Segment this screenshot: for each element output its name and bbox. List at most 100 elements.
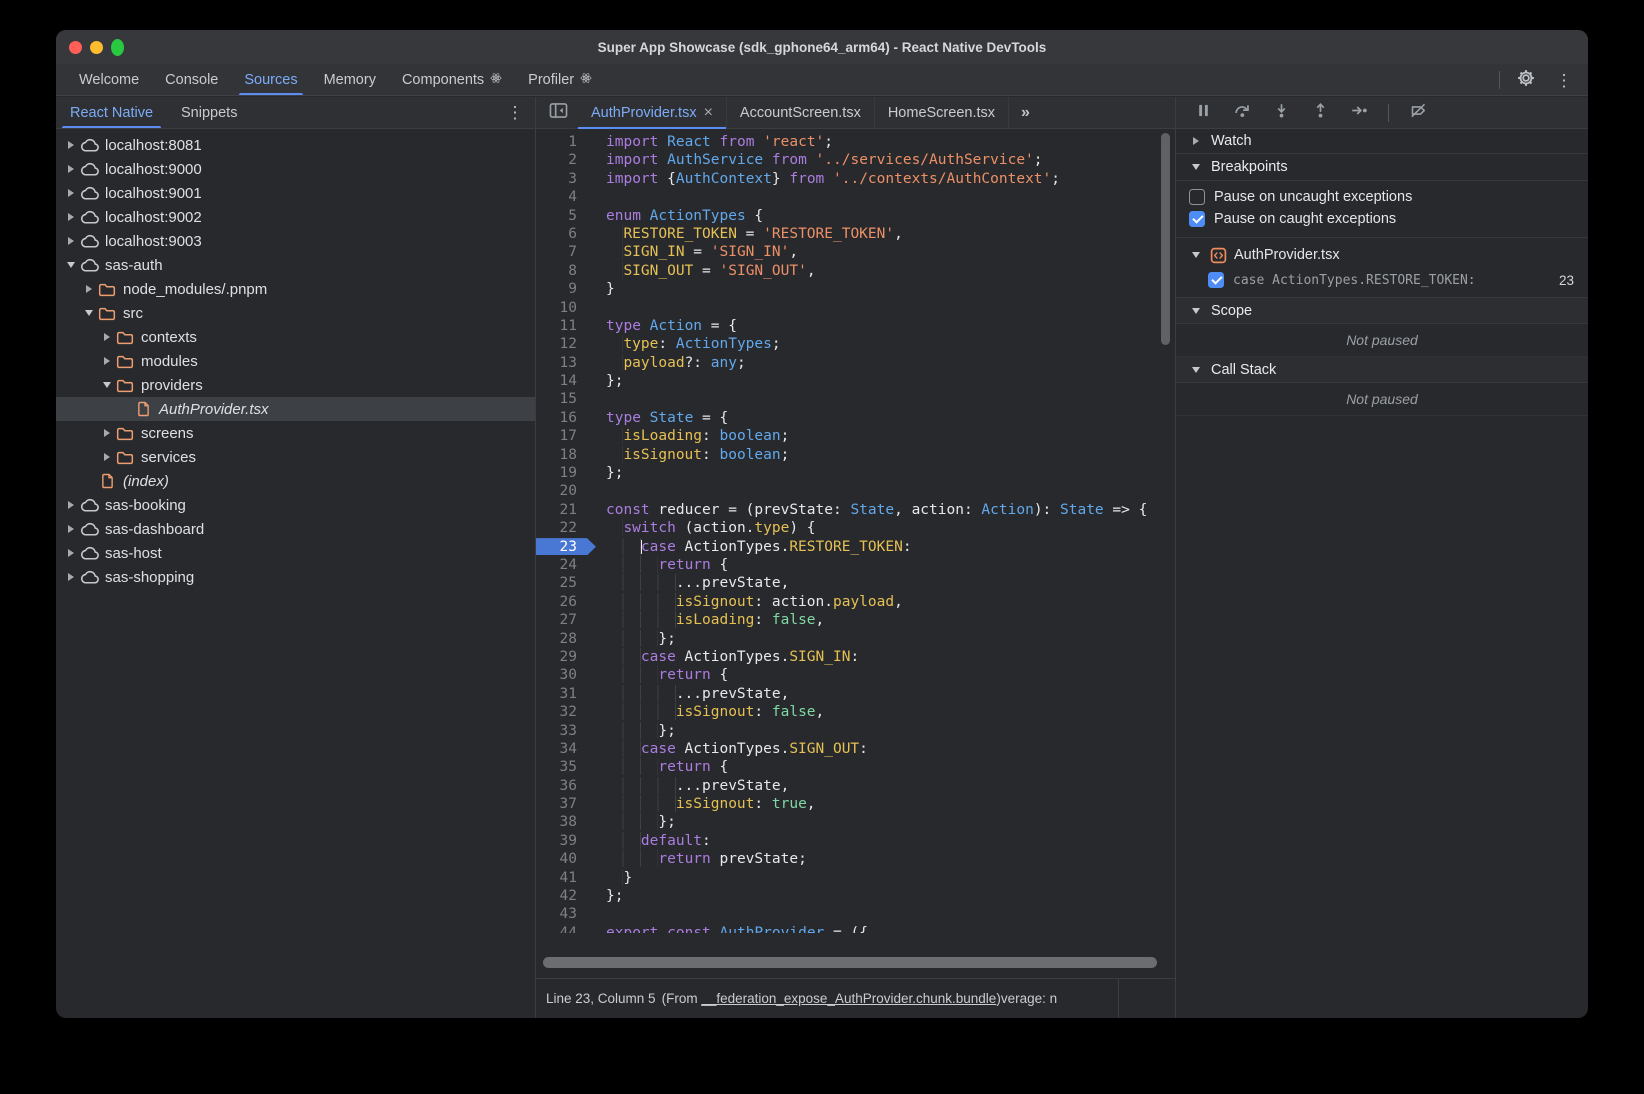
line-number[interactable]: 24 (536, 556, 590, 574)
chevron-right-icon[interactable] (64, 501, 78, 509)
chevron-right-icon[interactable] (64, 525, 78, 533)
line-number[interactable]: 14 (536, 372, 590, 390)
chevron-down-icon[interactable] (64, 262, 78, 268)
tree-item[interactable]: node_modules/.pnpm (56, 277, 535, 301)
tree-item[interactable]: modules (56, 349, 535, 373)
line-number[interactable]: 19 (536, 464, 590, 482)
breakpoint-entry[interactable]: case ActionTypes.RESTORE_TOKEN:23 (1176, 268, 1588, 292)
tree-item[interactable]: services (56, 445, 535, 469)
editor-tab-authprovider.tsx[interactable]: AuthProvider.tsx× (578, 97, 727, 128)
horizontal-scrollbar[interactable] (543, 957, 1157, 968)
line-number[interactable]: 6 (536, 225, 590, 243)
line-number[interactable]: 15 (536, 390, 590, 408)
line-number[interactable]: 26 (536, 593, 590, 611)
line-number[interactable]: 16 (536, 409, 590, 427)
navigator-tab-snippets[interactable]: Snippets (167, 97, 251, 128)
line-number[interactable]: 3 (536, 170, 590, 188)
line-number[interactable]: 20 (536, 482, 590, 500)
line-number[interactable]: 25 (536, 574, 590, 592)
breakpoint-group-header[interactable]: AuthProvider.tsx (1176, 242, 1588, 268)
chevron-down-icon[interactable] (100, 382, 114, 388)
tree-item[interactable]: sas-shopping (56, 565, 535, 589)
line-number[interactable]: 39 (536, 832, 590, 850)
chevron-right-icon[interactable] (100, 453, 114, 461)
tree-item[interactable]: sas-host (56, 541, 535, 565)
callstack-section-header[interactable]: Call Stack (1176, 357, 1588, 383)
tree-item[interactable]: (index) (56, 469, 535, 493)
tree-item[interactable]: localhost:9000 (56, 157, 535, 181)
chevron-right-icon[interactable] (64, 165, 78, 173)
line-number[interactable]: 32 (536, 703, 590, 721)
close-tab-icon[interactable]: × (704, 105, 713, 121)
navigator-more-button[interactable]: ⋮ (503, 101, 527, 125)
line-number[interactable]: 11 (536, 317, 590, 335)
line-number[interactable]: 37 (536, 795, 590, 813)
line-number[interactable]: 9 (536, 280, 590, 298)
line-number[interactable]: 1 (536, 133, 590, 151)
pause-exception-option[interactable]: Pause on uncaught exceptions (1176, 186, 1588, 208)
tree-item[interactable]: localhost:9003 (56, 229, 535, 253)
chevron-right-icon[interactable] (64, 141, 78, 149)
step-over-button[interactable] (1232, 103, 1252, 123)
editor-tab-homescreen.tsx[interactable]: HomeScreen.tsx (875, 97, 1009, 128)
line-number[interactable]: 33 (536, 722, 590, 740)
tab-profiler[interactable]: Profiler (515, 64, 605, 95)
navigator-toggle-button[interactable] (546, 101, 570, 125)
line-number[interactable]: 10 (536, 299, 590, 317)
editor-tab-accountscreen.tsx[interactable]: AccountScreen.tsx (727, 97, 875, 128)
tree-item[interactable]: sas-auth (56, 253, 535, 277)
line-number[interactable]: 23 (536, 538, 590, 556)
step-button[interactable] (1349, 103, 1369, 123)
checkbox-checked[interactable] (1189, 211, 1205, 227)
line-number[interactable]: 22 (536, 519, 590, 537)
tree-item[interactable]: src (56, 301, 535, 325)
checkbox-unchecked[interactable] (1189, 189, 1205, 205)
code-editor[interactable]: 1import React from 'react';2import AuthS… (536, 129, 1175, 978)
watch-section-header[interactable]: Watch (1176, 129, 1588, 154)
line-number[interactable]: 29 (536, 648, 590, 666)
line-number[interactable]: 42 (536, 887, 590, 905)
tab-components[interactable]: Components (389, 64, 515, 95)
chevron-right-icon[interactable] (64, 573, 78, 581)
chevron-right-icon[interactable] (100, 333, 114, 341)
line-number[interactable]: 44 (536, 924, 590, 933)
step-out-button[interactable] (1310, 103, 1330, 123)
tree-item[interactable]: AuthProvider.tsx (56, 397, 535, 421)
pause-exception-option[interactable]: Pause on caught exceptions (1176, 208, 1588, 230)
line-number[interactable]: 8 (536, 262, 590, 280)
tree-item[interactable]: sas-dashboard (56, 517, 535, 541)
chevron-right-icon[interactable] (64, 189, 78, 197)
source-link[interactable]: __federation_expose_AuthProvider.chunk.b… (701, 991, 996, 1006)
tree-item[interactable]: screens (56, 421, 535, 445)
line-number[interactable]: 41 (536, 869, 590, 887)
line-number[interactable]: 7 (536, 243, 590, 261)
tree-item[interactable]: contexts (56, 325, 535, 349)
deactivate-breakpoints-button[interactable] (1408, 103, 1428, 123)
tree-item[interactable]: sas-booking (56, 493, 535, 517)
tab-console[interactable]: Console (152, 64, 231, 95)
tab-sources[interactable]: Sources (231, 64, 310, 95)
line-number[interactable]: 5 (536, 207, 590, 225)
vertical-scrollbar[interactable] (1161, 133, 1170, 345)
line-number[interactable]: 38 (536, 813, 590, 831)
tree-item[interactable]: providers (56, 373, 535, 397)
more-tabs-button[interactable]: » (1009, 97, 1040, 128)
line-number[interactable]: 30 (536, 666, 590, 684)
step-into-button[interactable] (1271, 103, 1291, 123)
tree-item[interactable]: localhost:9002 (56, 205, 535, 229)
breakpoints-section-header[interactable]: Breakpoints (1176, 154, 1588, 181)
line-number[interactable]: 28 (536, 630, 590, 648)
chevron-right-icon[interactable] (100, 357, 114, 365)
line-number[interactable]: 12 (536, 335, 590, 353)
line-number[interactable]: 21 (536, 501, 590, 519)
line-number[interactable]: 31 (536, 685, 590, 703)
close-window-button[interactable] (69, 41, 82, 54)
chevron-right-icon[interactable] (64, 213, 78, 221)
line-number[interactable]: 43 (536, 905, 590, 923)
more-options-button[interactable]: ⋮ (1552, 68, 1576, 92)
line-number[interactable]: 18 (536, 446, 590, 464)
tree-item[interactable]: localhost:9001 (56, 181, 535, 205)
chevron-right-icon[interactable] (100, 429, 114, 437)
breakpoint-checkbox[interactable] (1208, 272, 1224, 288)
zoom-window-button[interactable] (111, 39, 124, 56)
